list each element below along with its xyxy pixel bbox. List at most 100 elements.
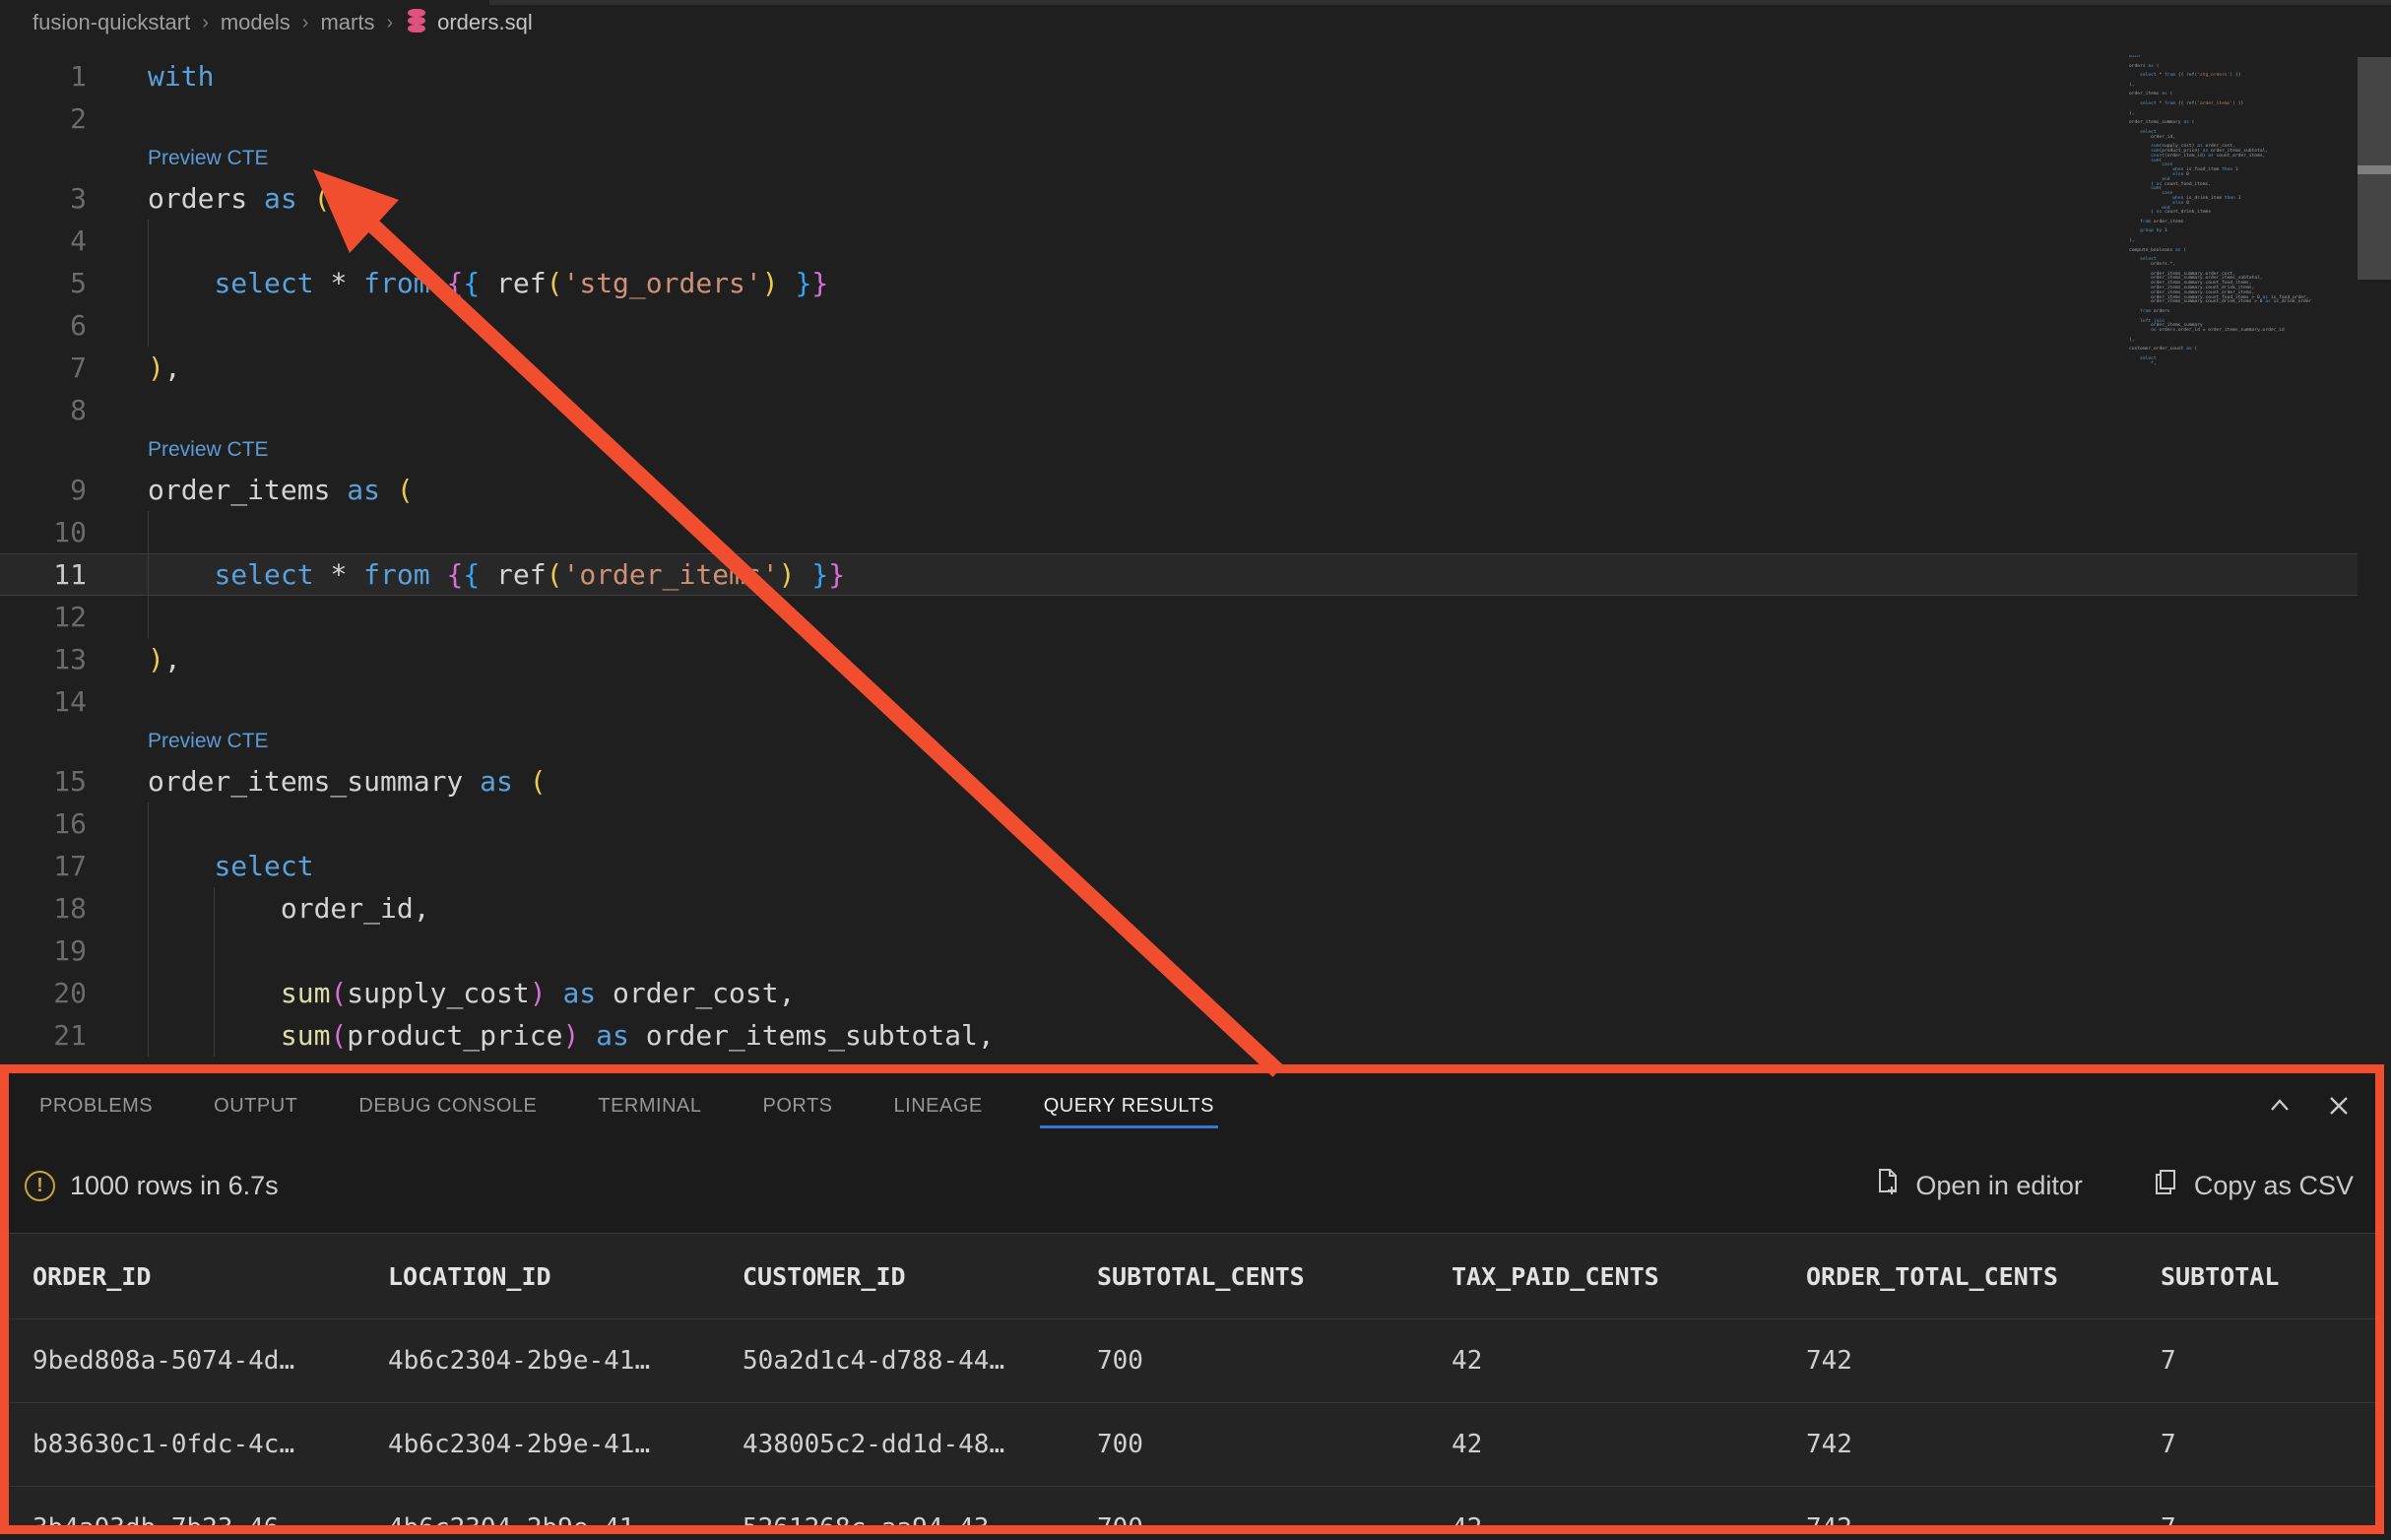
breadcrumb-separator: › [302, 12, 309, 34]
table-row[interactable]: b83630c1-0fdc-4c…4b6c2304-2b9e-41…438005… [9, 1402, 2375, 1486]
code-line[interactable]: 16 [0, 802, 2391, 845]
open-in-editor-button[interactable]: Open in editor [1873, 1167, 2083, 1204]
code-line[interactable]: 13), [0, 638, 2391, 680]
table-cell: 42 [1452, 1513, 1806, 1525]
code-line[interactable]: 10 [0, 511, 2391, 553]
code-line[interactable]: 6 [0, 304, 2391, 347]
code-line[interactable]: 1 with [0, 55, 2391, 97]
code-line[interactable]: 12 [0, 596, 2391, 638]
code-line[interactable]: 7), [0, 347, 2391, 389]
line-number: 21 [0, 1014, 87, 1057]
vscode-window: fusion-quickstart›models›marts›orders.sq… [0, 0, 2391, 1540]
table-cell: 7 [2161, 1513, 2375, 1525]
close-icon[interactable] [2322, 1089, 2356, 1123]
breadcrumb-separator: › [386, 12, 393, 34]
code-line[interactable]: 8 [0, 389, 2391, 431]
table-cell: 4b6c2304-2b9e-41… [388, 1513, 743, 1525]
editor-tab-strip [489, 0, 2391, 5]
preview-cte-link[interactable]: Preview CTE [148, 140, 269, 177]
line-number: 18 [0, 887, 87, 930]
column-header: ORDER_ID [32, 1262, 388, 1291]
table-cell: 9bed808a-5074-4d… [32, 1346, 388, 1376]
tab-lineage[interactable]: LINEAGE [894, 1073, 983, 1138]
code-line[interactable]: 3orders as ( [0, 177, 2391, 220]
scrollbar[interactable] [2358, 0, 2391, 1063]
code-lens-row: Preview CTE [0, 140, 2391, 177]
code-line[interactable]: 5 select * from {{ ref('stg_orders') }} [0, 262, 2391, 304]
tab-query-results[interactable]: QUERY RESULTS [1044, 1073, 1214, 1138]
open-in-editor-icon [1873, 1167, 1902, 1204]
warning-circle-icon: ! [25, 1171, 55, 1201]
line-number: 8 [0, 389, 87, 431]
code-line[interactable]: 21 sum(product_price) as order_items_sub… [0, 1014, 2391, 1057]
table-header-row: ORDER_IDLOCATION_IDCUSTOMER_IDSUBTOTAL_C… [9, 1234, 2375, 1318]
code-text: ), [148, 638, 181, 680]
table-cell: 42 [1452, 1346, 1806, 1376]
line-number: 5 [0, 262, 87, 304]
tab-output[interactable]: OUTPUT [214, 1073, 297, 1138]
code-line[interactable]: 18 order_id, [0, 887, 2391, 930]
tab-debug-console[interactable]: DEBUG CONSOLE [358, 1073, 537, 1138]
table-cell: 700 [1097, 1430, 1452, 1459]
code-line[interactable]: 19 [0, 930, 2391, 972]
minimap[interactable]: with orders as ( select * from {{ ref('s… [2129, 55, 2356, 368]
database-icon [405, 8, 428, 39]
code-text: with [148, 55, 214, 97]
line-number: 17 [0, 845, 87, 887]
code-line[interactable]: 2 [0, 97, 2391, 140]
tab-terminal[interactable]: TERMINAL [598, 1073, 701, 1138]
indent-guide [214, 930, 215, 972]
code-text: sum(product_price) as order_items_subtot… [148, 1014, 995, 1057]
table-cell: 438005c2-dd1d-48… [743, 1430, 1097, 1459]
table-cell: 742 [1806, 1430, 2161, 1459]
tab-ports[interactable]: PORTS [762, 1073, 832, 1138]
table-cell: 700 [1097, 1513, 1452, 1525]
line-number: 13 [0, 638, 87, 680]
breadcrumb-segment[interactable]: marts [320, 10, 374, 35]
line-number: 1 [0, 55, 87, 97]
results-table: ORDER_IDLOCATION_IDCUSTOMER_IDSUBTOTAL_C… [9, 1233, 2375, 1525]
line-number: 12 [0, 596, 87, 638]
code-line[interactable]: 11 select * from {{ ref('order_items') }… [0, 553, 2358, 596]
indent-guide [148, 802, 149, 845]
preview-cte-link[interactable]: Preview CTE [148, 723, 269, 760]
code-line[interactable]: 9order_items as ( [0, 469, 2391, 511]
code-line[interactable]: 20 sum(supply_cost) as order_cost, [0, 972, 2391, 1014]
indent-guide [148, 511, 149, 553]
code-text: order_items_summary as ( [148, 760, 547, 802]
column-header: CUSTOMER_ID [743, 1262, 1097, 1291]
table-cell: 42 [1452, 1430, 1806, 1459]
code-text: select * from {{ ref('stg_orders') }} [148, 262, 828, 304]
code-text: select * from {{ ref('order_items') }} [148, 554, 845, 595]
breadcrumb-segment[interactable]: fusion-quickstart [32, 10, 190, 35]
line-number: 19 [0, 930, 87, 972]
column-header: ORDER_TOTAL_CENTS [1806, 1262, 2161, 1291]
line-number: 20 [0, 972, 87, 1014]
chevron-up-icon[interactable] [2263, 1089, 2296, 1123]
breadcrumb-file[interactable]: orders.sql [437, 10, 533, 35]
tab-problems[interactable]: PROBLEMS [39, 1073, 153, 1138]
row-count-status: 1000 rows in 6.7s [70, 1171, 279, 1201]
indent-guide [148, 304, 149, 347]
code-text: sum(supply_cost) as order_cost, [148, 972, 795, 1014]
table-cell: 4b6c2304-2b9e-41… [388, 1430, 743, 1459]
table-row[interactable]: 9bed808a-5074-4d…4b6c2304-2b9e-41…50a2d1… [9, 1318, 2375, 1402]
code-area[interactable]: 1with2Preview CTE3orders as (45 select *… [0, 55, 2391, 1064]
code-line[interactable]: 14 [0, 680, 2391, 723]
code-line[interactable]: 4 [0, 220, 2391, 262]
table-cell: 7 [2161, 1430, 2375, 1459]
preview-cte-link[interactable]: Preview CTE [148, 431, 269, 469]
line-number: 7 [0, 347, 87, 389]
code-line[interactable]: 15 order_items_summary as ( [0, 760, 2391, 802]
code-line[interactable]: 17 select [0, 845, 2391, 887]
table-row[interactable]: 3b4a03db-7b23-46…4b6c2304-2b9e-41…526126… [9, 1486, 2375, 1525]
copy-icon [2152, 1167, 2180, 1204]
panel-tab-bar: PROBLEMS OUTPUT DEBUG CONSOLE TERMINAL PORTS… [9, 1073, 2375, 1138]
breadcrumb-segment[interactable]: models [221, 10, 291, 35]
line-number: 4 [0, 220, 87, 262]
table-cell: 742 [1806, 1513, 2161, 1525]
indent-guide [148, 220, 149, 262]
code-text: order_id, [148, 887, 430, 930]
line-number: 15 [0, 760, 87, 802]
copy-as-csv-button[interactable]: Copy as CSV [2152, 1167, 2354, 1204]
